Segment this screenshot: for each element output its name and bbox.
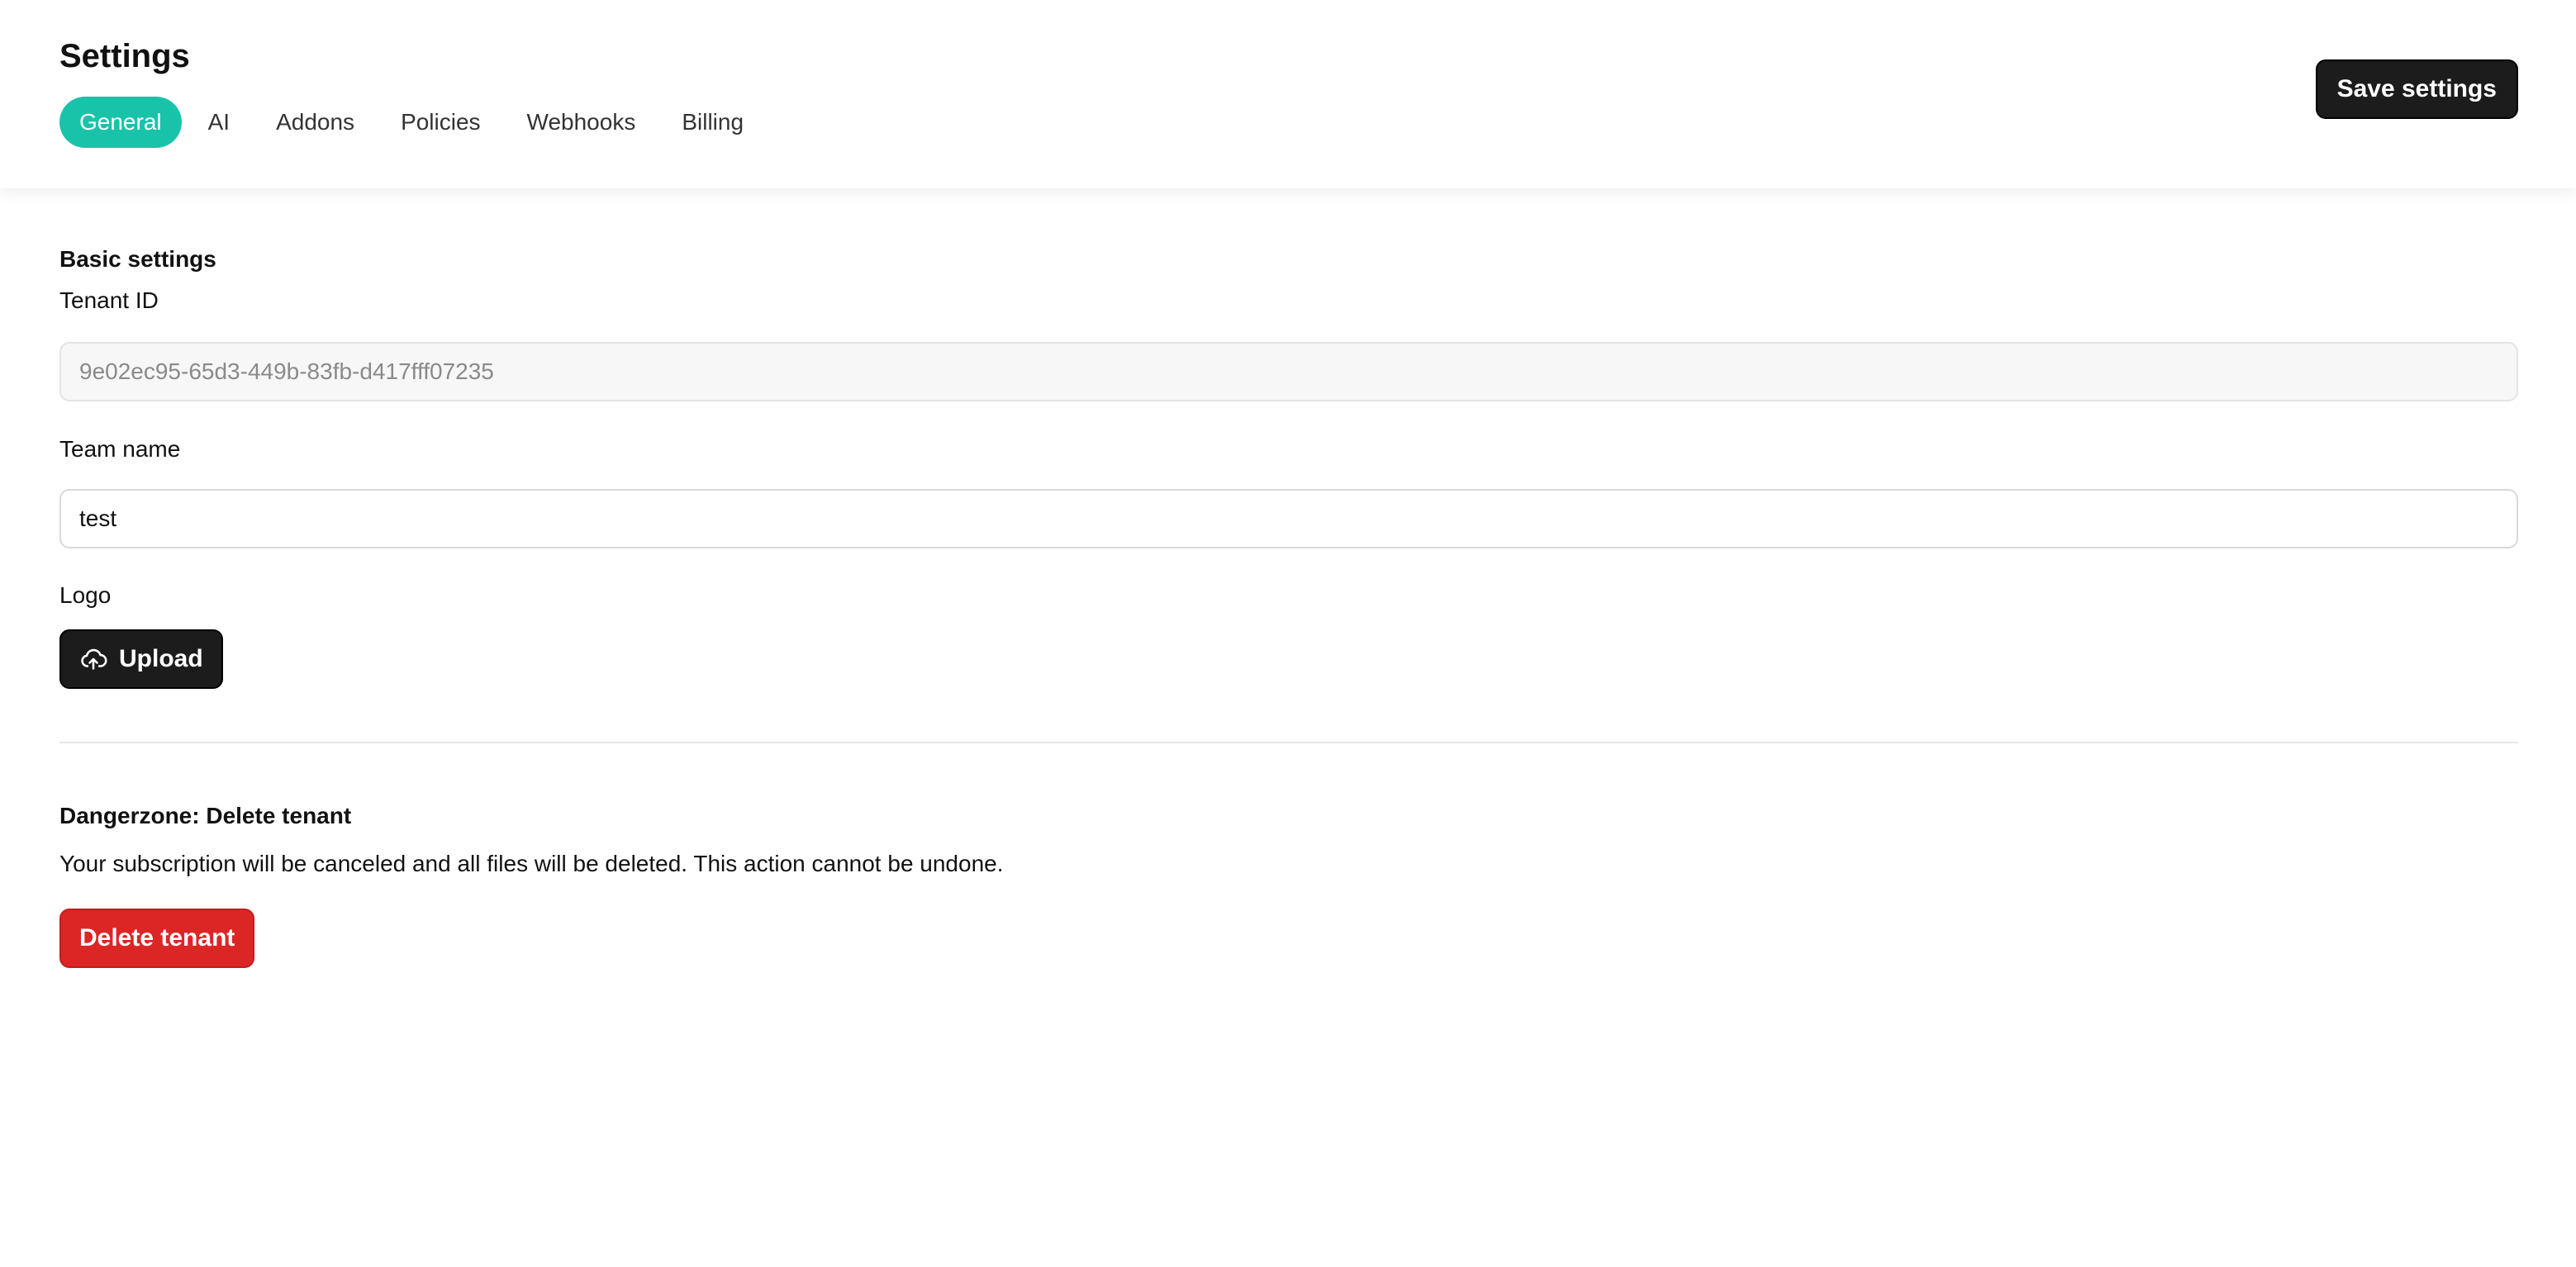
settings-tabs: General AI Addons Policies Webhooks Bill… (59, 97, 763, 148)
save-settings-button[interactable]: Save settings (2315, 59, 2518, 119)
tab-policies[interactable]: Policies (381, 97, 500, 148)
delete-tenant-button[interactable]: Delete tenant (59, 909, 255, 968)
cloud-upload-icon (79, 645, 107, 673)
tab-webhooks[interactable]: Webhooks (507, 97, 656, 148)
tab-general[interactable]: General (59, 97, 182, 148)
dangerzone-description: Your subscription will be canceled and a… (59, 851, 1004, 876)
section-divider (59, 742, 2518, 743)
team-name-field[interactable] (59, 489, 2518, 548)
upload-button-label: Upload (119, 645, 203, 672)
tab-billing[interactable]: Billing (662, 97, 763, 148)
dangerzone-heading: Dangerzone: Delete tenant (59, 803, 352, 828)
page-title: Settings (59, 38, 190, 74)
settings-header: Settings General AI Addons Policies Webh… (0, 0, 2576, 188)
tenant-id-field[interactable] (59, 342, 2518, 401)
team-name-label: Team name (59, 436, 181, 462)
tab-addons[interactable]: Addons (256, 97, 374, 148)
tenant-id-label: Tenant ID (59, 287, 159, 313)
upload-logo-button[interactable]: Upload (59, 629, 223, 689)
tab-ai[interactable]: AI (188, 97, 250, 148)
basic-settings-heading: Basic settings (59, 246, 216, 272)
logo-label: Logo (59, 582, 112, 608)
